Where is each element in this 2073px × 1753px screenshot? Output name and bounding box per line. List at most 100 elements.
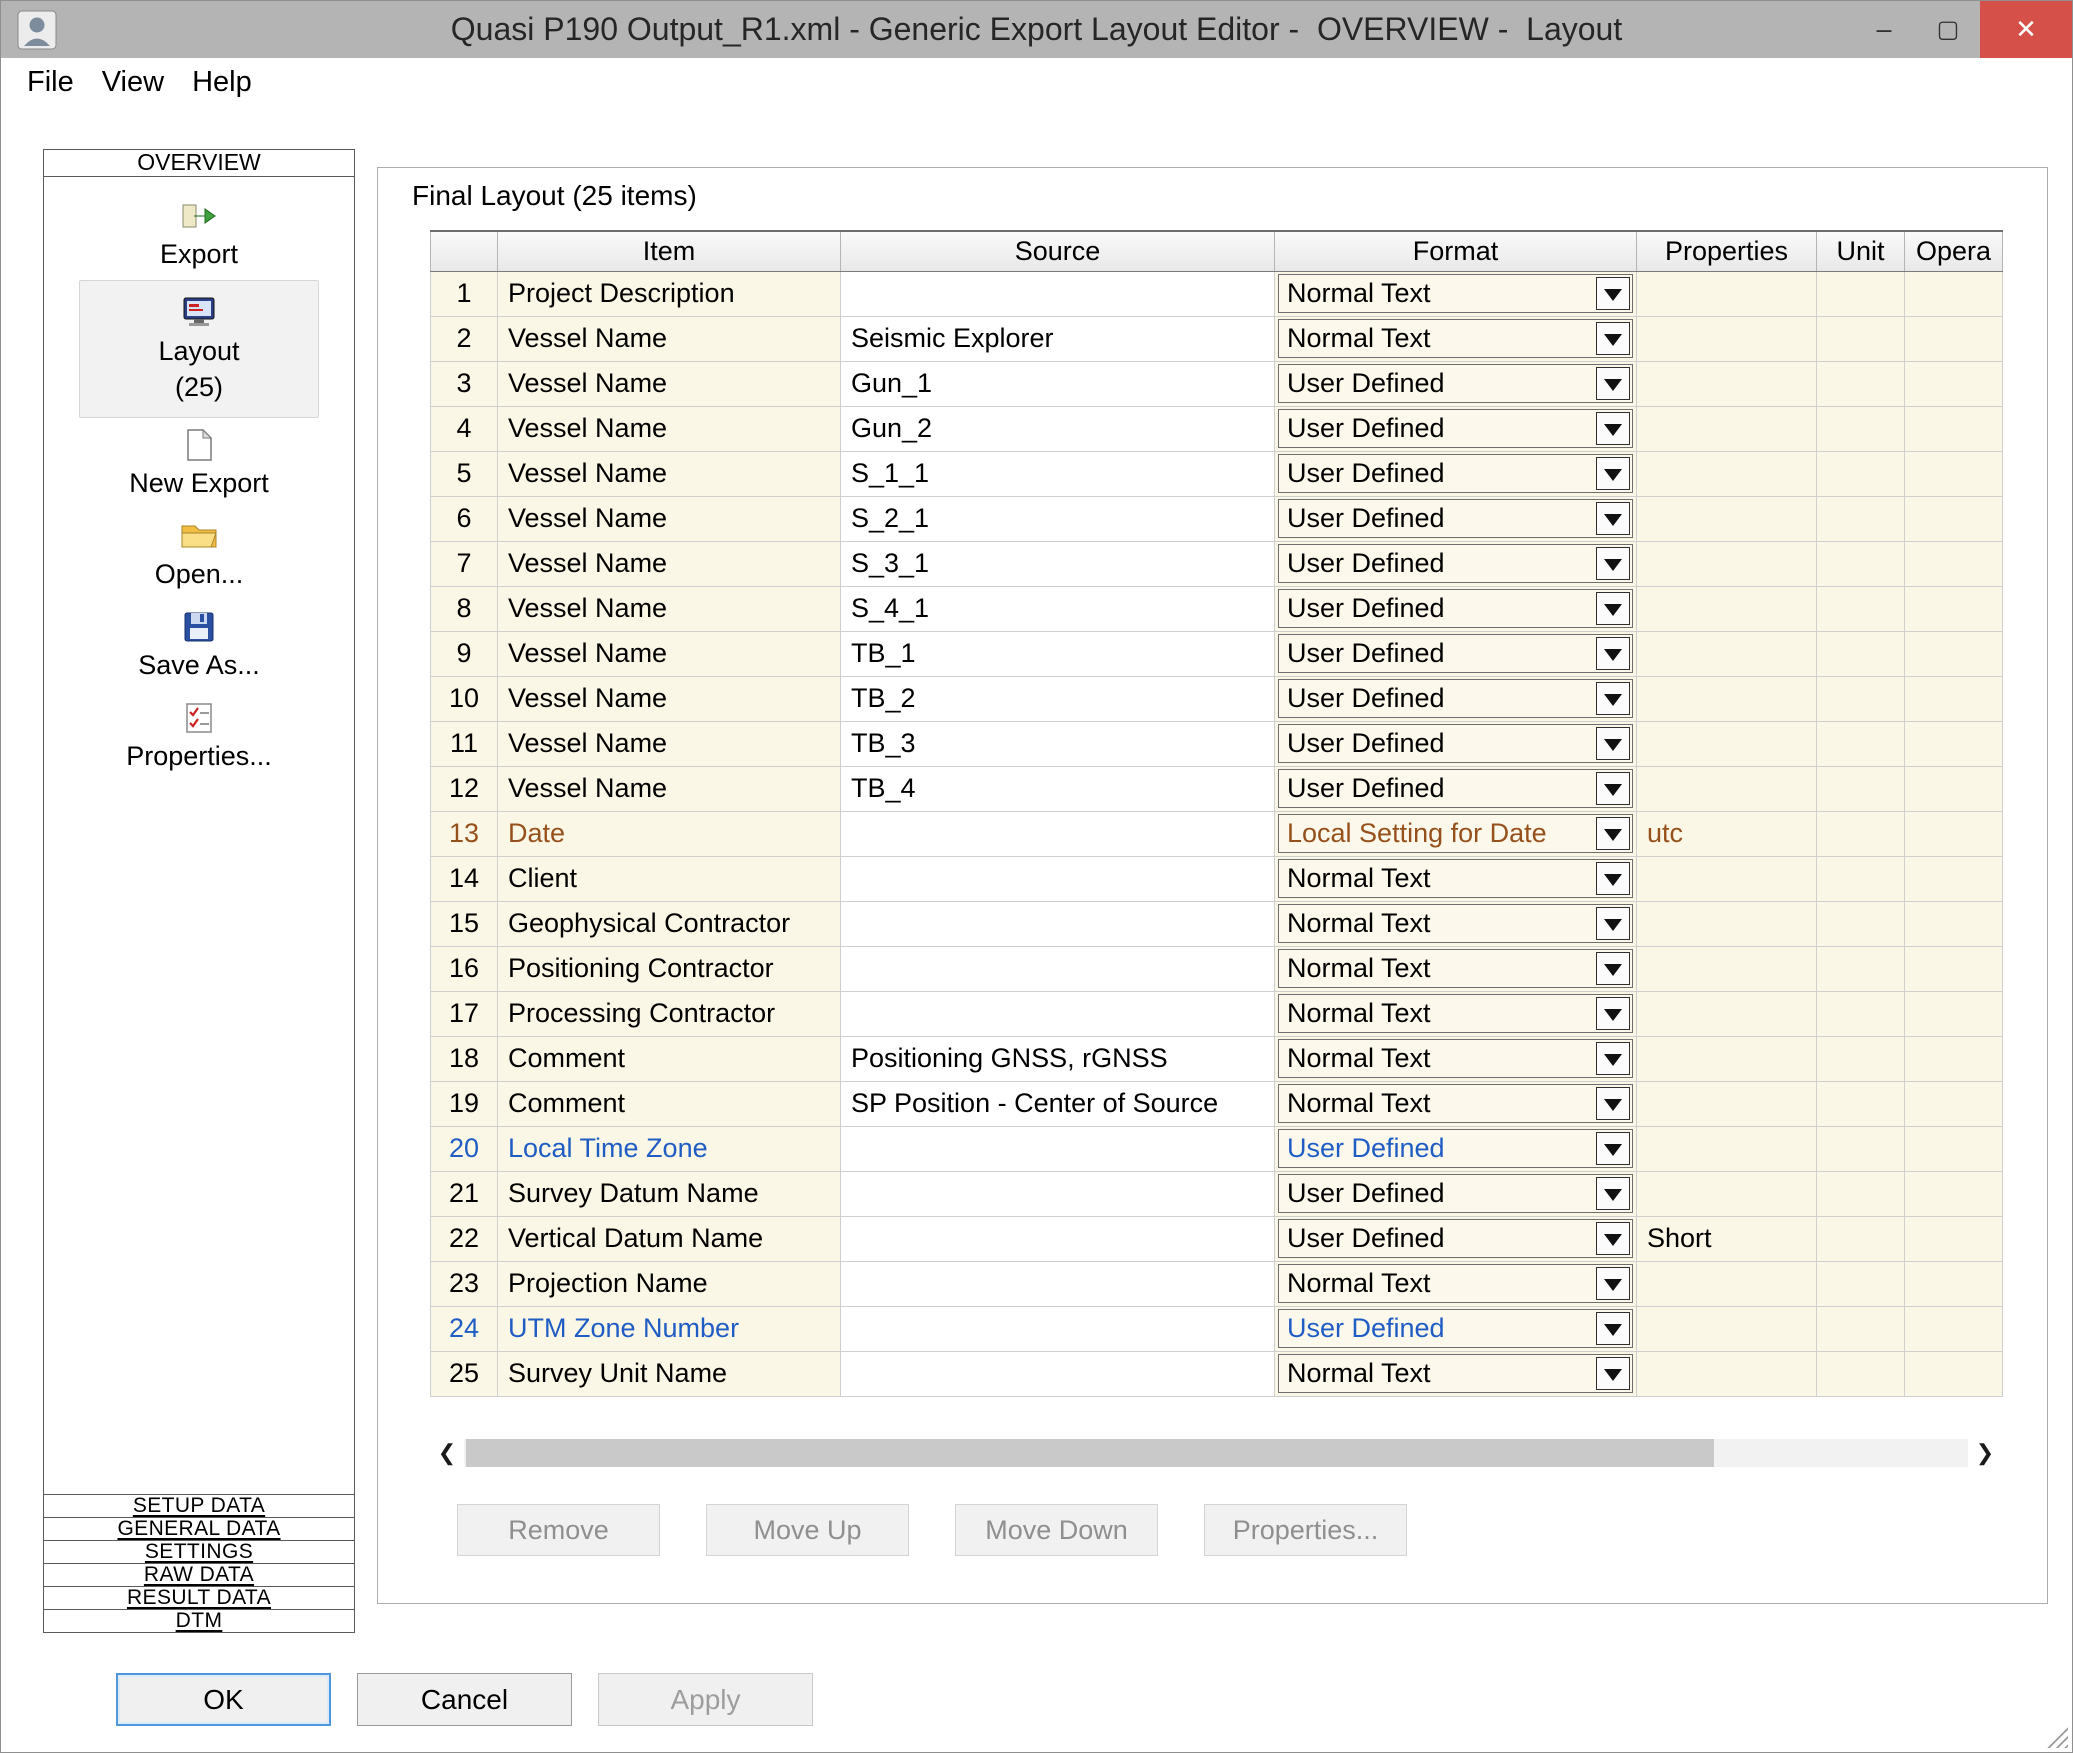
cell-operation[interactable]: [1905, 1261, 2003, 1306]
cell-properties[interactable]: [1637, 586, 1817, 631]
properties-button[interactable]: Properties...: [1204, 1504, 1407, 1556]
cell-properties[interactable]: [1637, 631, 1817, 676]
cell-unit[interactable]: [1817, 1171, 1905, 1216]
format-combobox[interactable]: User Defined: [1278, 724, 1633, 763]
cell-unit[interactable]: [1817, 451, 1905, 496]
sidebar-section-setup-data[interactable]: SETUP DATA: [44, 1494, 354, 1517]
format-combobox[interactable]: User Defined: [1278, 634, 1633, 673]
cell-row-number[interactable]: 22: [431, 1216, 498, 1261]
chevron-down-icon[interactable]: [1596, 457, 1630, 490]
cell-row-number[interactable]: 24: [431, 1306, 498, 1351]
format-combobox[interactable]: Normal Text: [1278, 1084, 1633, 1123]
cell-item[interactable]: Processing Contractor: [498, 991, 841, 1036]
sidebar-section-general-data[interactable]: GENERAL DATA: [44, 1517, 354, 1540]
cell-operation[interactable]: [1905, 1081, 2003, 1126]
chevron-down-icon[interactable]: [1596, 367, 1630, 400]
cell-operation[interactable]: [1905, 1306, 2003, 1351]
cell-row-number[interactable]: 18: [431, 1036, 498, 1081]
cell-operation[interactable]: [1905, 811, 2003, 856]
cell-row-number[interactable]: 2: [431, 316, 498, 361]
cell-unit[interactable]: [1817, 406, 1905, 451]
cell-source[interactable]: [841, 811, 1275, 856]
chevron-down-icon[interactable]: [1596, 952, 1630, 985]
format-combobox[interactable]: Normal Text: [1278, 319, 1633, 358]
cell-source[interactable]: [841, 1306, 1275, 1351]
cell-item[interactable]: Vessel Name: [498, 361, 841, 406]
chevron-down-icon[interactable]: [1596, 1267, 1630, 1300]
cell-item[interactable]: Vessel Name: [498, 406, 841, 451]
cell-row-number[interactable]: 15: [431, 901, 498, 946]
cell-operation[interactable]: [1905, 721, 2003, 766]
cell-item[interactable]: Comment: [498, 1036, 841, 1081]
cell-unit[interactable]: [1817, 946, 1905, 991]
chevron-down-icon[interactable]: [1596, 1042, 1630, 1075]
cell-properties[interactable]: [1637, 316, 1817, 361]
cell-unit[interactable]: [1817, 496, 1905, 541]
cell-operation[interactable]: [1905, 901, 2003, 946]
cell-source[interactable]: S_4_1: [841, 586, 1275, 631]
cell-source[interactable]: S_3_1: [841, 541, 1275, 586]
format-combobox[interactable]: User Defined: [1278, 679, 1633, 718]
cell-source[interactable]: TB_4: [841, 766, 1275, 811]
cell-properties[interactable]: Short: [1637, 1216, 1817, 1261]
cell-source[interactable]: [841, 1171, 1275, 1216]
cell-item[interactable]: Projection Name: [498, 1261, 841, 1306]
cell-unit[interactable]: [1817, 631, 1905, 676]
cell-row-number[interactable]: 9: [431, 631, 498, 676]
format-combobox[interactable]: Normal Text: [1278, 274, 1633, 313]
sidebar-section-raw-data[interactable]: RAW DATA: [44, 1563, 354, 1586]
cell-source[interactable]: Positioning GNSS, rGNSS: [841, 1036, 1275, 1081]
cell-properties[interactable]: [1637, 766, 1817, 811]
cell-item[interactable]: Vessel Name: [498, 721, 841, 766]
cell-source[interactable]: Gun_2: [841, 406, 1275, 451]
cell-operation[interactable]: [1905, 586, 2003, 631]
cell-item[interactable]: Vertical Datum Name: [498, 1216, 841, 1261]
cell-source[interactable]: SP Position - Center of Source: [841, 1081, 1275, 1126]
sidebar-item-open[interactable]: Open...: [79, 509, 319, 600]
cell-properties[interactable]: [1637, 451, 1817, 496]
cell-row-number[interactable]: 8: [431, 586, 498, 631]
cell-item[interactable]: Vessel Name: [498, 316, 841, 361]
cell-unit[interactable]: [1817, 1261, 1905, 1306]
cell-properties[interactable]: [1637, 1306, 1817, 1351]
cell-item[interactable]: Vessel Name: [498, 451, 841, 496]
cell-operation[interactable]: [1905, 631, 2003, 676]
cell-item[interactable]: Vessel Name: [498, 631, 841, 676]
cell-operation[interactable]: [1905, 1171, 2003, 1216]
cell-operation[interactable]: [1905, 1351, 2003, 1396]
cell-source[interactable]: [841, 991, 1275, 1036]
cell-source[interactable]: [841, 1351, 1275, 1396]
cell-source[interactable]: [841, 1216, 1275, 1261]
sidebar-item-new-export[interactable]: New Export: [79, 418, 319, 509]
ok-button[interactable]: OK: [116, 1673, 331, 1726]
cell-unit[interactable]: [1817, 991, 1905, 1036]
cell-unit[interactable]: [1817, 1081, 1905, 1126]
format-combobox[interactable]: User Defined: [1278, 589, 1633, 628]
cancel-button[interactable]: Cancel: [357, 1673, 572, 1726]
cell-properties[interactable]: [1637, 406, 1817, 451]
sidebar-section-dtm[interactable]: DTM: [44, 1609, 354, 1632]
chevron-down-icon[interactable]: [1596, 727, 1630, 760]
move-up-button[interactable]: Move Up: [706, 1504, 909, 1556]
cell-operation[interactable]: [1905, 946, 2003, 991]
menu-file[interactable]: File: [23, 64, 78, 101]
cell-row-number[interactable]: 20: [431, 1126, 498, 1171]
cell-row-number[interactable]: 17: [431, 991, 498, 1036]
chevron-down-icon[interactable]: [1596, 862, 1630, 895]
cell-properties[interactable]: [1637, 361, 1817, 406]
chevron-down-icon[interactable]: [1596, 1087, 1630, 1120]
move-down-button[interactable]: Move Down: [955, 1504, 1158, 1556]
cell-operation[interactable]: [1905, 1126, 2003, 1171]
cell-properties[interactable]: [1637, 271, 1817, 316]
chevron-down-icon[interactable]: [1596, 1132, 1630, 1165]
cell-properties[interactable]: [1637, 721, 1817, 766]
cell-source[interactable]: [841, 856, 1275, 901]
cell-row-number[interactable]: 6: [431, 496, 498, 541]
scroll-left-icon[interactable]: ❮: [430, 1436, 464, 1470]
cell-properties[interactable]: [1637, 1351, 1817, 1396]
chevron-down-icon[interactable]: [1596, 412, 1630, 445]
cell-operation[interactable]: [1905, 856, 2003, 901]
cell-source[interactable]: TB_3: [841, 721, 1275, 766]
cell-row-number[interactable]: 3: [431, 361, 498, 406]
cell-properties[interactable]: [1637, 991, 1817, 1036]
